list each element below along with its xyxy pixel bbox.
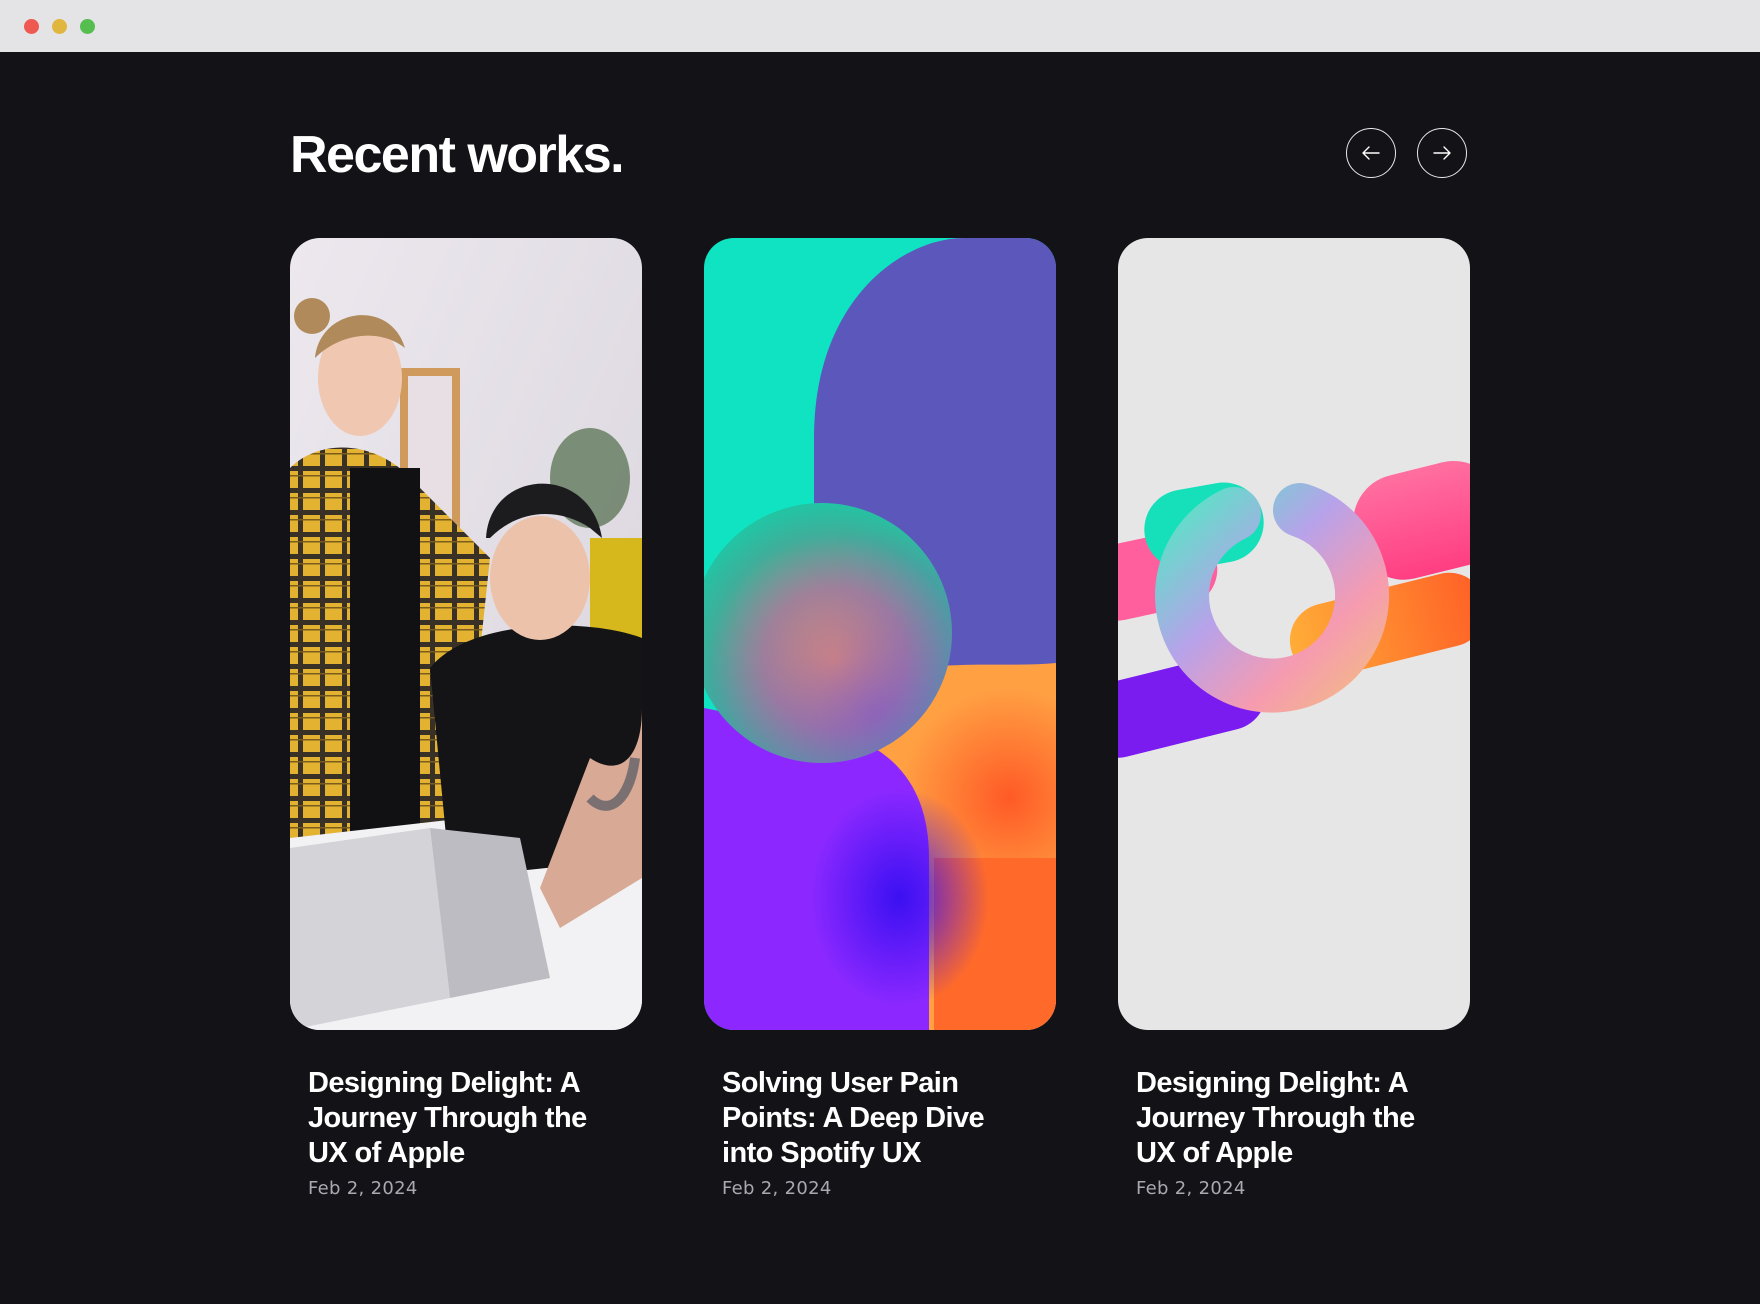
- work-card-image-abstract[interactable]: [704, 238, 1056, 1030]
- work-card-date: Feb 2, 2024: [308, 1178, 418, 1199]
- work-card-date: Feb 2, 2024: [1136, 1178, 1246, 1199]
- work-card-date: Feb 2, 2024: [722, 1178, 832, 1199]
- carousel-prev-button[interactable]: [1346, 128, 1396, 178]
- work-card[interactable]: Designing Delight: A Journey Through the…: [290, 238, 642, 1199]
- minimize-window-button[interactable]: [52, 19, 67, 34]
- work-card[interactable]: Solving User Pain Points: A Deep Dive in…: [704, 238, 1056, 1199]
- recent-works-section: Recent works. Designing Delight: A Journ…: [0, 52, 1760, 1304]
- work-card-image-photo[interactable]: [290, 238, 642, 1030]
- maximize-window-button[interactable]: [80, 19, 95, 34]
- work-card-title[interactable]: Designing Delight: A Journey Through the…: [1136, 1066, 1456, 1171]
- work-card-image-3d-shapes[interactable]: [1118, 238, 1470, 1030]
- work-card-title[interactable]: Solving User Pain Points: A Deep Dive in…: [722, 1066, 1042, 1171]
- arrow-left-icon: [1362, 146, 1380, 160]
- section-heading: Recent works.: [290, 126, 625, 184]
- window-titlebar: [0, 0, 1760, 52]
- work-card-title[interactable]: Designing Delight: A Journey Through the…: [308, 1066, 628, 1171]
- work-card[interactable]: Designing Delight: A Journey Through the…: [1118, 238, 1470, 1199]
- carousel-next-button[interactable]: [1417, 128, 1467, 178]
- close-window-button[interactable]: [24, 19, 39, 34]
- arrow-right-icon: [1433, 146, 1451, 160]
